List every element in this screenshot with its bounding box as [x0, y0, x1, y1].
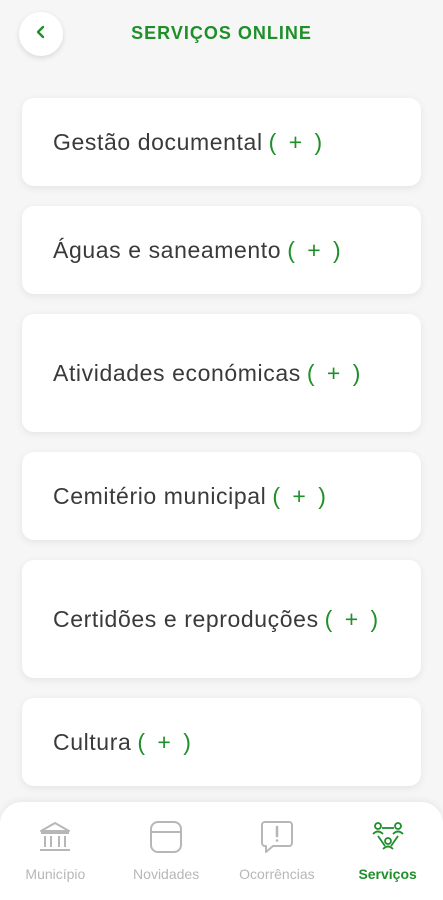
- building-icon: [36, 818, 74, 856]
- nav-label: Município: [25, 866, 86, 882]
- news-icon: [147, 818, 185, 856]
- bottom-navigation: Município Novidades Ocorrências Serviços: [0, 802, 443, 900]
- expand-indicator: ( + ): [268, 129, 326, 155]
- service-item-certidoes-reproducoes[interactable]: Certidões e reproduções( + ): [22, 560, 421, 678]
- service-item-cemiterio-municipal[interactable]: Cemitério municipal( + ): [22, 452, 421, 540]
- expand-indicator: ( + ): [306, 360, 364, 386]
- expand-indicator: ( + ): [137, 729, 194, 755]
- nav-label: Serviços: [358, 866, 417, 882]
- alert-icon: [258, 818, 296, 856]
- nav-item-novidades[interactable]: Novidades: [111, 802, 222, 900]
- nav-label: Novidades: [133, 866, 200, 882]
- nav-item-municipio[interactable]: Município: [0, 802, 111, 900]
- services-list: Gestão documental( + ) Águas e saneament…: [22, 98, 421, 786]
- service-item-atividades-economicas[interactable]: Atividades económicas( + ): [22, 314, 421, 432]
- service-label: Cultura: [53, 729, 132, 755]
- service-item-cultura[interactable]: Cultura( + ): [22, 698, 421, 786]
- expand-indicator: ( + ): [272, 483, 329, 509]
- service-label: Águas e saneamento: [53, 237, 282, 263]
- service-label: Cemitério municipal: [53, 483, 267, 509]
- service-item-gestao-documental[interactable]: Gestão documental( + ): [22, 98, 421, 186]
- service-label: Gestão documental: [53, 129, 263, 155]
- expand-indicator: ( + ): [287, 237, 344, 263]
- nav-item-ocorrencias[interactable]: Ocorrências: [222, 802, 333, 900]
- service-label: Atividades económicas: [53, 360, 301, 386]
- services-icon: [369, 818, 407, 856]
- service-label: Certidões e reproduções: [53, 606, 319, 632]
- nav-item-servicos[interactable]: Serviços: [332, 802, 443, 900]
- header: SERVIÇOS ONLINE: [0, 0, 443, 72]
- expand-indicator: ( + ): [324, 606, 382, 632]
- service-item-aguas-saneamento[interactable]: Águas e saneamento( + ): [22, 206, 421, 294]
- nav-label: Ocorrências: [239, 866, 315, 882]
- page-title: SERVIÇOS ONLINE: [131, 23, 312, 43]
